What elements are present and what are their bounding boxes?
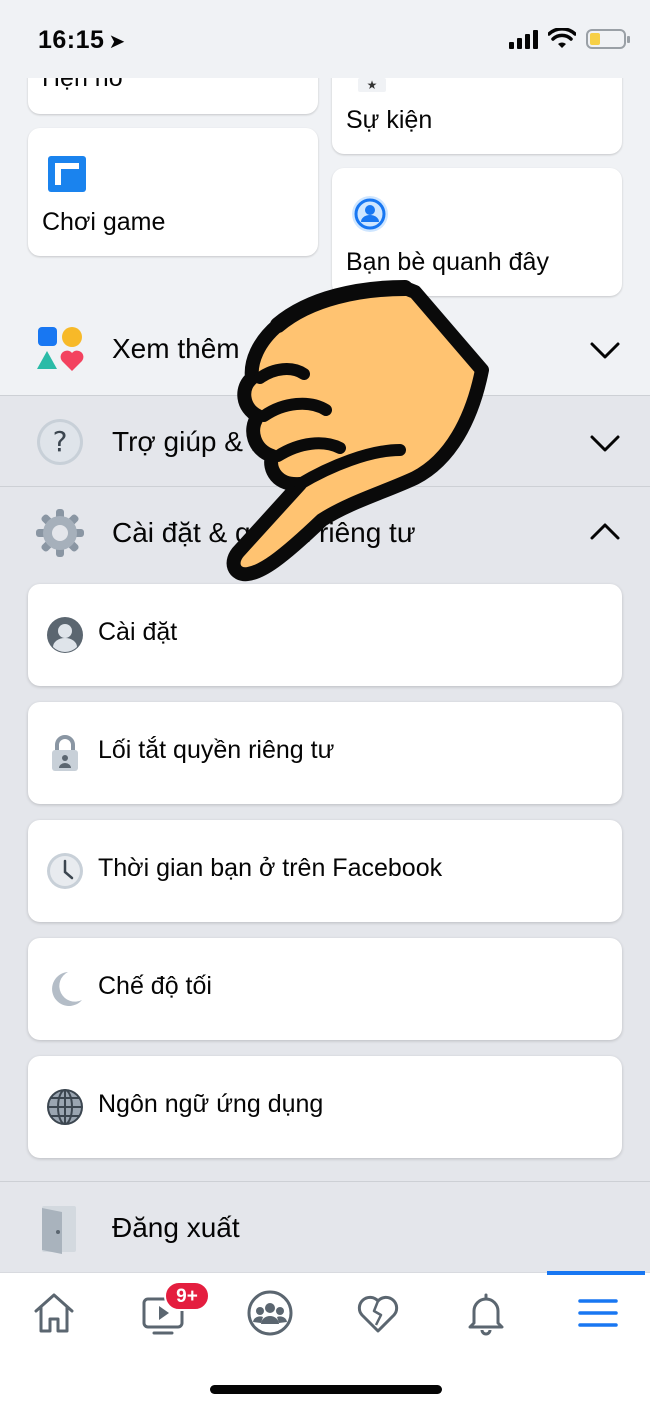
- nearby-friends-icon: [352, 196, 388, 232]
- see-more-icon: [37, 327, 84, 371]
- chevron-up-icon: [590, 523, 620, 540]
- groups-icon: [247, 1290, 293, 1336]
- privacy-shortcuts-label: Lối tắt quyền riêng tư: [98, 736, 335, 764]
- tab-home[interactable]: [0, 1283, 108, 1347]
- active-tab-indicator: [547, 1271, 645, 1275]
- gear-icon: [36, 509, 84, 557]
- tab-notifications[interactable]: [432, 1283, 540, 1347]
- svg-text:★: ★: [367, 78, 378, 92]
- dark-mode-label: Chế độ tối: [98, 972, 212, 1000]
- battery-icon: [586, 29, 630, 49]
- svg-text:?: ?: [53, 425, 68, 458]
- time-on-facebook-label: Thời gian bạn ở trên Facebook: [98, 854, 443, 882]
- shortcut-gaming[interactable]: Chơi game: [28, 128, 318, 256]
- moon-icon: [52, 972, 82, 1006]
- clock-icon: [47, 853, 83, 889]
- logout-row[interactable]: Đăng xuất: [0, 1182, 650, 1274]
- time-on-facebook-item[interactable]: Thời gian bạn ở trên Facebook: [28, 820, 622, 922]
- wifi-icon: [548, 28, 576, 48]
- globe-icon: [47, 1089, 83, 1125]
- shortcut-gaming-label: Chơi game: [42, 208, 166, 236]
- time-text: 16:15: [38, 26, 105, 54]
- status-bar: 16:15 ➤: [0, 0, 650, 78]
- home-icon: [34, 1293, 74, 1333]
- gaming-icon: [48, 156, 86, 192]
- tab-dating[interactable]: [324, 1283, 432, 1347]
- account-circle-icon: [47, 617, 83, 653]
- chevron-down-icon: [590, 342, 620, 359]
- location-arrow-icon: ➤: [108, 31, 126, 53]
- shortcut-events-label: Sự kiện: [346, 106, 433, 134]
- logout-label: Đăng xuất: [112, 1212, 240, 1243]
- events-icon: ★: [358, 78, 386, 92]
- bell-icon: [468, 1293, 504, 1336]
- pointing-hand-icon: [226, 280, 489, 582]
- settings-item-label: Cài đặt: [98, 618, 178, 646]
- lock-icon: [52, 735, 78, 771]
- app-language-item[interactable]: Ngôn ngữ ứng dụng: [28, 1056, 622, 1158]
- hamburger-menu-icon: [578, 1299, 618, 1327]
- signal-icon: [509, 29, 538, 49]
- tab-groups[interactable]: [216, 1283, 324, 1347]
- dark-mode-item[interactable]: Chế độ tối: [28, 938, 622, 1040]
- status-time: 16:15 ➤: [38, 26, 126, 55]
- privacy-shortcuts-item[interactable]: Lối tắt quyền riêng tư: [28, 702, 622, 804]
- status-icons: [509, 28, 630, 50]
- tab-menu[interactable]: [540, 1283, 648, 1347]
- watch-notification-badge: 9+: [164, 1281, 210, 1311]
- help-icon: ?: [37, 419, 83, 465]
- door-icon: [42, 1206, 76, 1254]
- chevron-down-icon: [590, 435, 620, 452]
- app-language-label: Ngôn ngữ ứng dụng: [98, 1090, 324, 1118]
- home-indicator: [210, 1385, 442, 1394]
- heart-icon: [357, 1295, 399, 1333]
